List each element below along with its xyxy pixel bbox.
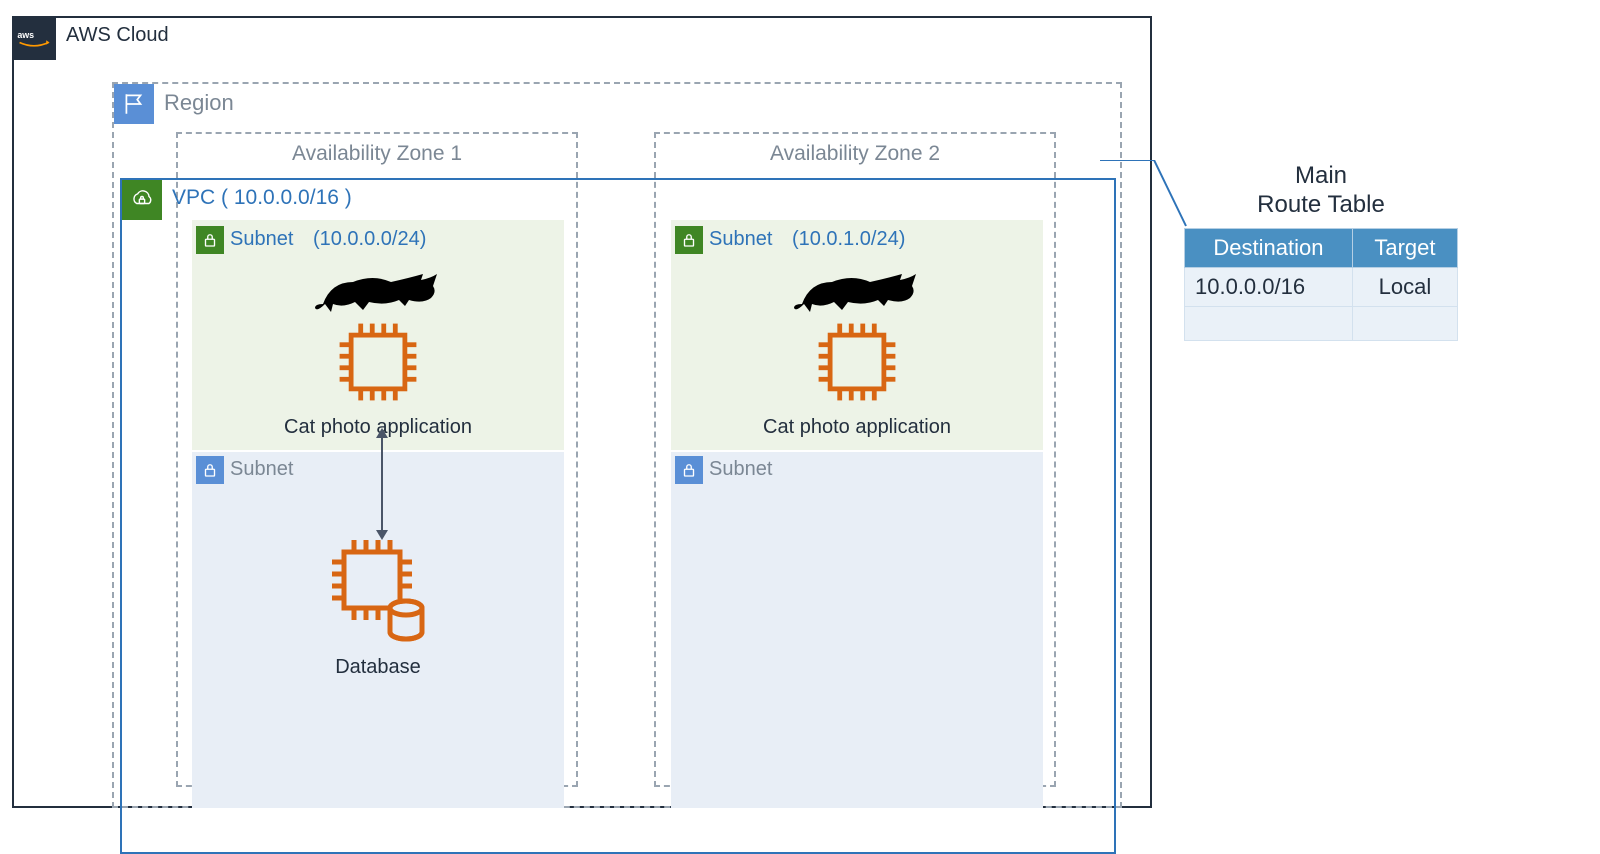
app-group-az2: Cat photo application <box>671 264 1043 439</box>
database-chip-icon <box>318 530 438 650</box>
subnet2-label: Subnet (10.0.1.0/24) <box>709 228 905 251</box>
rt-cell-target: Local <box>1352 267 1457 306</box>
route-table-title: Main Route Table <box>1184 162 1458 220</box>
subnet3-title: Subnet <box>230 458 293 480</box>
subnet1-title: Subnet <box>230 228 293 250</box>
subnet4-title: Subnet <box>709 458 772 480</box>
subnet3-label: Subnet <box>230 458 293 481</box>
chip-icon <box>330 314 426 410</box>
route-table-title-2: Route Table <box>1257 191 1385 218</box>
db-caption: Database <box>335 656 421 679</box>
region-label: Region <box>164 90 234 116</box>
vpc-box: VPC ( 10.0.0.0/16 ) Subnet (10.0.0.0/24) <box>120 178 1116 854</box>
subnet4-label: Subnet <box>709 458 772 481</box>
vpc-label: VPC ( 10.0.0.0/16 ) <box>172 186 352 210</box>
chip-icon <box>809 314 905 410</box>
app-caption-az2: Cat photo application <box>763 416 951 439</box>
az2-label: Availability Zone 2 <box>656 134 1054 166</box>
rt-cell-dest <box>1185 306 1353 340</box>
subnet-lock-icon <box>675 456 703 484</box>
subnet2-title: Subnet <box>709 228 772 250</box>
route-table-grid: Destination Target 10.0.0.0/16 Local <box>1184 228 1458 341</box>
subnet-lock-icon <box>196 226 224 254</box>
subnet-public-az1: Subnet (10.0.0.0/24) <box>192 220 564 450</box>
aws-logo-icon: aws <box>12 16 56 60</box>
rt-header-target: Target <box>1352 228 1457 267</box>
route-table-title-1: Main <box>1295 162 1347 189</box>
cat-icon <box>792 264 922 314</box>
rt-header-destination: Destination <box>1185 228 1353 267</box>
region-flag-icon <box>114 84 154 124</box>
subnet1-cidr: (10.0.0.0/24) <box>313 228 426 250</box>
svg-text:aws: aws <box>17 30 34 40</box>
subnet-lock-icon <box>196 456 224 484</box>
cat-icon <box>313 264 443 314</box>
subnet-public-az2: Subnet (10.0.1.0/24) <box>671 220 1043 450</box>
subnet2-cidr: (10.0.1.0/24) <box>792 228 905 250</box>
route-table: Main Route Table Destination Target 10.0… <box>1184 162 1458 341</box>
table-row: 10.0.0.0/16 Local <box>1185 267 1458 306</box>
subnet1-label: Subnet (10.0.0.0/24) <box>230 228 426 251</box>
rt-cell-dest: 10.0.0.0/16 <box>1185 267 1353 306</box>
aws-cloud-box: aws AWS Cloud Region Availability Zone 1… <box>12 16 1152 808</box>
region-box: Region Availability Zone 1 Availability … <box>112 82 1122 808</box>
subnet-lock-icon <box>675 226 703 254</box>
subnet-private-az1: Subnet <box>192 452 564 808</box>
az1-label: Availability Zone 1 <box>178 134 576 166</box>
aws-cloud-label: AWS Cloud <box>66 24 169 47</box>
app-caption-az1: Cat photo application <box>284 416 472 439</box>
rt-cell-target <box>1352 306 1457 340</box>
subnet-private-az2: Subnet <box>671 452 1043 808</box>
table-row <box>1185 306 1458 340</box>
app-group-az1: Cat photo application <box>192 264 564 439</box>
db-group: Database <box>192 530 564 679</box>
vpc-cloud-lock-icon <box>122 180 162 220</box>
